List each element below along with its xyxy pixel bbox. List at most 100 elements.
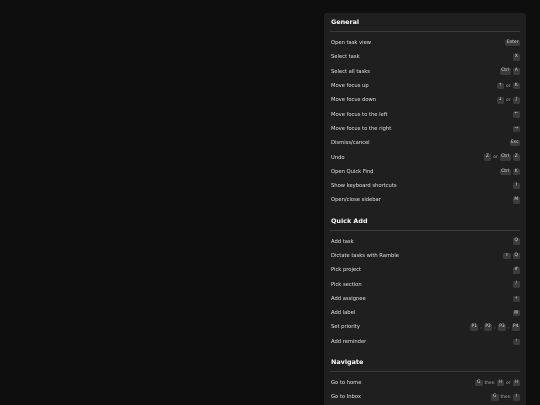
- shortcut-label: Add reminder: [331, 338, 367, 345]
- shortcut-label: Go to Inbox: [331, 394, 361, 401]
- shortcut-keys: Ctrl A: [499, 68, 520, 75]
- shortcut-row: Undo Zor Ctrl Z: [330, 150, 520, 164]
- shortcut-keys: Enter: [505, 39, 520, 47]
- shortcut-label: Move focus up: [331, 83, 369, 90]
- key-cap: A: [512, 68, 520, 75]
- key-cap: G: [475, 379, 483, 387]
- shortcut-row: Show keyboard shortcuts?: [330, 179, 520, 193]
- key-cap: M: [512, 197, 520, 204]
- shortcut-label: Undo: [331, 154, 345, 161]
- shortcut-keys: ←: [512, 111, 520, 118]
- key-cap: #: [512, 267, 520, 274]
- shortcut-keys: P1, P2, P3, P4: [469, 324, 520, 331]
- keyboard-shortcuts-panel: General Open task view Enter Select task X Se…: [324, 13, 526, 405]
- key-cap: Enter: [505, 39, 520, 47]
- shortcut-keys: →: [512, 125, 520, 133]
- shortcut-label: Add label: [331, 310, 356, 317]
- shortcut-label: Move focus to the right: [331, 125, 392, 132]
- key-cap: Z: [483, 154, 492, 161]
- key-cap: /: [512, 281, 520, 288]
- shortcut-row: Add label @: [330, 306, 520, 320]
- shortcut-label: Open Quick Find: [331, 168, 374, 175]
- shortcut-keys: /: [512, 281, 520, 288]
- shortcut-row: Pick project #: [330, 263, 520, 277]
- key-separator: or: [493, 155, 498, 161]
- key-separator: or: [506, 380, 511, 386]
- key-cap: @: [512, 309, 520, 317]
- key-cap: +: [512, 295, 520, 303]
- key-cap: K: [512, 168, 520, 176]
- shortcut-keys: #: [512, 267, 520, 274]
- shortcut-label: Add assignee: [331, 295, 366, 302]
- shortcut-row: Move focus down ↓ or J: [330, 93, 520, 107]
- shortcut-label: Open task view: [331, 40, 372, 47]
- key-cap: G: [491, 394, 499, 401]
- key-cap: K: [512, 82, 520, 90]
- key-cap: ↑: [496, 82, 504, 90]
- shortcut-row: Select task X: [330, 50, 520, 64]
- shortcut-row: Open task view Enter: [330, 36, 520, 50]
- key-cap: P3: [497, 324, 507, 331]
- key-cap: ⇧: [503, 252, 511, 260]
- shortcut-keys: Ctrl K: [499, 168, 520, 176]
- shortcut-label: Pick project: [331, 267, 361, 274]
- section-title: Navigate: [330, 353, 520, 372]
- shortcut-keys: Esc: [509, 139, 520, 147]
- shortcut-label: Move focus down: [331, 97, 377, 104]
- shortcut-row: Add task Q: [330, 235, 520, 249]
- key-cap: H: [496, 379, 504, 387]
- key-cap: Z: [512, 154, 520, 161]
- shortcut-row: Add reminder!: [330, 335, 520, 349]
- key-cap: X: [512, 54, 520, 61]
- shortcut-keys: Gthen I: [491, 394, 520, 401]
- key-cap: P4: [511, 324, 520, 331]
- shortcut-keys: @: [512, 309, 520, 317]
- shortcut-row: Open/close sidebar M: [330, 193, 520, 207]
- key-separator: then: [500, 394, 511, 400]
- shortcut-label: Dictate tasks with Ramble: [331, 253, 399, 259]
- shortcut-keys: M: [512, 197, 520, 204]
- shortcut-label: Select task: [331, 54, 360, 61]
- key-separator: ,: [480, 324, 482, 330]
- shortcut-keys: X: [512, 54, 520, 61]
- shortcut-label: Move focus to the left: [331, 111, 388, 118]
- key-separator: or: [506, 83, 511, 89]
- shortcut-row: Add assignee +: [330, 292, 520, 306]
- key-cap: Esc: [509, 139, 520, 147]
- section-title: General: [330, 13, 520, 32]
- shortcut-label: Open/close sidebar: [331, 197, 381, 204]
- shortcut-row: Open Quick Find Ctrl K: [330, 165, 520, 179]
- shortcut-row: Move focus to the left ←: [330, 107, 520, 121]
- shortcut-row: Go to Inbox Gthen I: [330, 390, 520, 404]
- key-cap: !: [512, 338, 520, 346]
- key-cap: Q: [512, 238, 520, 245]
- shortcut-row: Go to home Gthen Hor H: [330, 376, 520, 390]
- shortcut-row: Set priority P1, P2, P3, P4: [330, 320, 520, 334]
- key-cap: ←: [512, 111, 520, 118]
- key-cap: ↓: [496, 97, 504, 104]
- key-cap: Ctrl: [499, 168, 511, 176]
- key-cap: J: [512, 97, 520, 104]
- shortcut-keys: ?: [512, 182, 520, 190]
- key-separator: then: [484, 380, 495, 386]
- key-cap: Ctrl: [499, 68, 511, 75]
- shortcut-row: Select all tasks Ctrl A: [330, 65, 520, 79]
- key-cap: I: [512, 394, 520, 401]
- shortcut-row: Dictate tasks with Ramble ⇧ Q: [330, 249, 520, 263]
- shortcut-keys: Gthen Hor H: [475, 379, 520, 387]
- shortcut-row: Move focus to the right →: [330, 122, 520, 136]
- key-cap: →: [512, 125, 520, 133]
- shortcut-section-general: General Open task view Enter Select task X Se…: [324, 13, 526, 212]
- key-cap: Ctrl: [499, 154, 511, 161]
- shortcut-label: Go to home: [331, 380, 362, 387]
- key-cap: ?: [512, 182, 520, 190]
- key-separator: ,: [508, 324, 510, 330]
- key-cap: P1: [469, 324, 479, 331]
- shortcut-keys: !: [512, 338, 520, 346]
- shortcut-keys: ↓ or J: [496, 97, 520, 104]
- shortcut-label: Set priority: [331, 324, 360, 331]
- shortcut-label: Pick section: [331, 281, 362, 288]
- key-separator: ,: [494, 324, 496, 330]
- shortcut-label: Dismiss/cancel: [331, 140, 370, 147]
- shortcut-label: Select all tasks: [331, 68, 370, 75]
